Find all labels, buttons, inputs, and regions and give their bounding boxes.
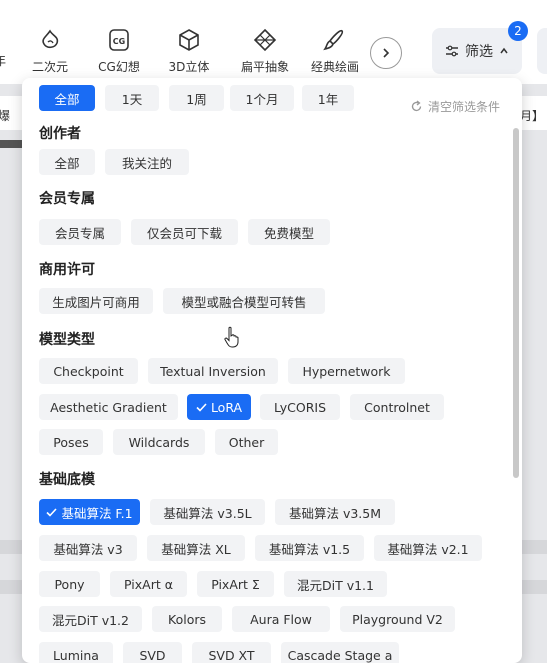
membership-option-exclusive[interactable]: 会员专属 [39, 219, 121, 245]
section-title-base-model: 基础底模 [39, 472, 95, 488]
category-3d[interactable]: 3D立体 [154, 28, 224, 75]
category-label: 二次元 [31, 60, 68, 74]
background-left-text: 爆 [0, 109, 11, 123]
cube-icon [179, 29, 199, 51]
model-type-hypernetwork[interactable]: Hypernetwork [288, 358, 405, 384]
section-title-creator: 创作者 [39, 126, 81, 142]
category-anime[interactable]: 二次元 [15, 28, 85, 75]
check-icon [196, 402, 207, 412]
time-option-all[interactable]: 全部 [39, 85, 95, 111]
base-model-xl[interactable]: 基础算法 XL [147, 535, 245, 561]
base-model-svd[interactable]: SVD [123, 642, 182, 663]
membership-option-free[interactable]: 免费模型 [248, 219, 330, 245]
model-type-other[interactable]: Other [215, 429, 278, 455]
clear-filters-label: 清空筛选条件 [428, 100, 501, 114]
model-type-textual-inversion[interactable]: Textual Inversion [148, 358, 278, 384]
panel-scrollbar[interactable] [513, 128, 519, 478]
section-title-membership: 会员专属 [39, 191, 95, 207]
base-model-hunyuan-12[interactable]: 混元DiT v1.2 [39, 606, 142, 632]
filter-label: 筛选 [465, 44, 493, 60]
svg-text:CG: CG [113, 37, 125, 46]
time-option-1day[interactable]: 1天 [105, 85, 159, 111]
base-model-hunyuan-11[interactable]: 混元DiT v1.1 [284, 571, 387, 597]
base-model-svd-xt[interactable]: SVD XT [192, 642, 271, 663]
base-model-lumina[interactable]: Lumina [39, 642, 113, 663]
chip-label: LoRA [210, 399, 243, 415]
abstract-icon [253, 28, 277, 52]
partial-button[interactable] [537, 28, 547, 74]
model-type-lycoris[interactable]: LyCORIS [260, 394, 340, 420]
model-type-wildcards[interactable]: Wildcards [113, 429, 205, 455]
base-model-f1[interactable]: 基础算法 F.1 [39, 499, 140, 525]
model-type-checkpoint[interactable]: Checkpoint [39, 358, 138, 384]
section-title-model-type: 模型类型 [39, 332, 95, 348]
time-option-1month[interactable]: 1个月 [230, 85, 294, 111]
creator-option-following[interactable]: 我关注的 [105, 149, 189, 175]
base-model-v35m[interactable]: 基础算法 v3.5M [275, 499, 395, 525]
base-model-pony[interactable]: Pony [39, 571, 100, 597]
category-cg[interactable]: CG CG幻想 [84, 28, 154, 75]
category-classic-painting[interactable]: 经典绘画 [306, 28, 364, 75]
sliders-icon [446, 45, 458, 57]
base-model-playground-v2[interactable]: Playground V2 [340, 606, 455, 632]
background-divider [0, 140, 24, 148]
background-right-text: 月】 [520, 109, 545, 123]
category-flat-abstract[interactable]: 扁平抽象 [230, 28, 300, 75]
check-icon [46, 507, 58, 517]
brush-icon [323, 29, 344, 51]
filter-panel: 全部 1天 1周 1个月 1年 清空筛选条件 创作者 全部 我关注的 会员专属 … [22, 78, 522, 663]
license-option-resale[interactable]: 模型或融合模型可转售 [163, 288, 325, 314]
anime-icon [42, 29, 59, 49]
category-partial-label[interactable]: 年 [0, 52, 6, 69]
category-next-button[interactable] [370, 37, 402, 69]
time-option-1year[interactable]: 1年 [302, 85, 354, 111]
chevron-right-icon [383, 48, 390, 58]
category-bar: 年 二次元 CG CG幻想 3D立体 扁平抽象 经典绘画 筛选 2 [0, 0, 547, 84]
category-label: 经典绘画 [310, 60, 359, 74]
chip-label: 基础算法 F.1 [61, 505, 133, 521]
filter-count-badge: 2 [508, 21, 528, 41]
license-option-image-commercial[interactable]: 生成图片可商用 [39, 288, 153, 314]
base-model-kolors[interactable]: Kolors [152, 606, 222, 632]
model-type-aesthetic-gradient[interactable]: Aesthetic Gradient [39, 394, 178, 420]
model-type-controlnet[interactable]: Controlnet [350, 394, 444, 420]
model-type-poses[interactable]: Poses [39, 429, 103, 455]
base-model-v15[interactable]: 基础算法 v1.5 [255, 535, 364, 561]
hand-cursor-icon [224, 326, 239, 348]
cg-icon: CG [109, 29, 129, 51]
membership-option-download[interactable]: 仅会员可下载 [131, 219, 238, 245]
base-model-v21[interactable]: 基础算法 v2.1 [374, 535, 482, 561]
base-model-pixart-sigma[interactable]: PixArt Σ [197, 571, 274, 597]
category-label: 扁平抽象 [240, 60, 289, 74]
base-model-v3[interactable]: 基础算法 v3 [39, 535, 137, 561]
base-model-cascade-a[interactable]: Cascade Stage a [281, 642, 399, 663]
category-label: 3D立体 [168, 60, 210, 74]
creator-option-all[interactable]: 全部 [39, 149, 95, 175]
base-model-v35l[interactable]: 基础算法 v3.5L [150, 499, 265, 525]
time-option-1week[interactable]: 1周 [169, 85, 224, 111]
chevron-up-icon [500, 47, 508, 54]
reset-icon [411, 100, 422, 112]
base-model-aura-flow[interactable]: Aura Flow [232, 606, 330, 632]
section-title-license: 商用许可 [39, 262, 95, 278]
model-type-lora[interactable]: LoRA [187, 394, 251, 420]
clear-filters-button[interactable]: 清空筛选条件 [410, 98, 500, 115]
base-model-pixart-alpha[interactable]: PixArt α [110, 571, 187, 597]
category-label: CG幻想 [98, 60, 140, 74]
